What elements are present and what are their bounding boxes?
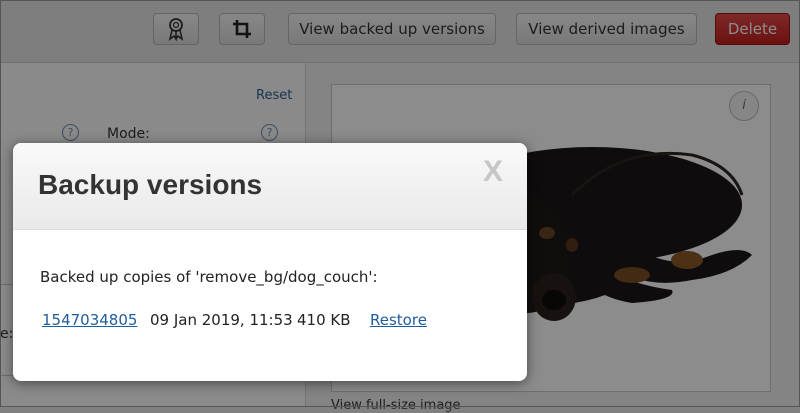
dialog-header: Backup versions X [13, 143, 527, 230]
backup-version-link[interactable]: 1547034805 [42, 311, 137, 329]
restore-link[interactable]: Restore [370, 311, 427, 329]
backup-size: 410 KB [297, 311, 351, 329]
backup-description: Backed up copies of 'remove_bg/dog_couch… [40, 268, 378, 286]
dialog-title: Backup versions [38, 169, 263, 200]
backup-date: 09 Jan 2019, 11:53 [150, 311, 293, 329]
backup-versions-dialog: Backup versions X Backed up copies of 'r… [13, 143, 527, 381]
close-icon[interactable]: X [483, 155, 503, 189]
